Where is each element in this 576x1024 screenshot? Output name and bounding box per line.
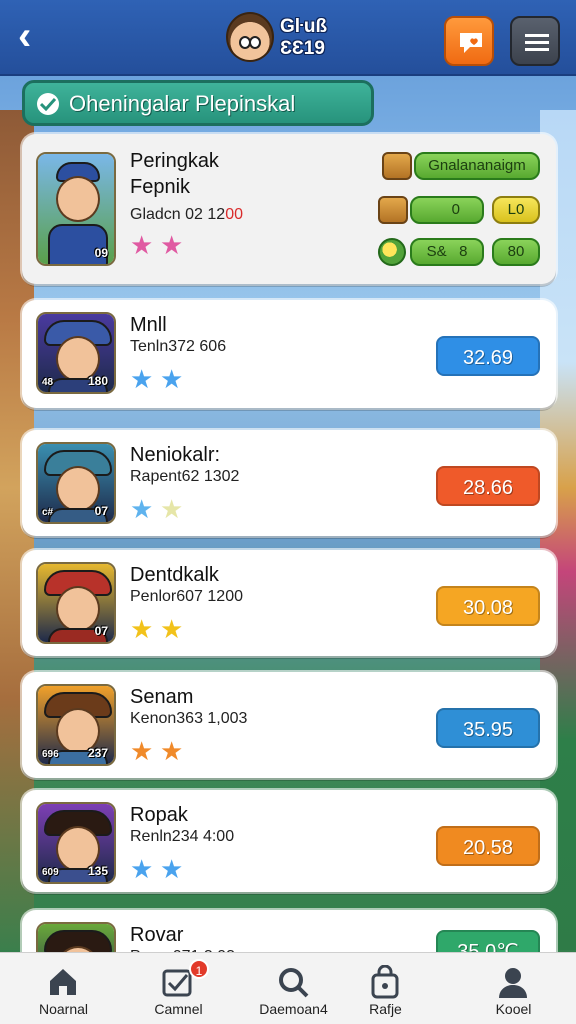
logo-title: Gŀuß [280, 16, 328, 37]
star-icon: ★ [160, 230, 184, 260]
star-icon: ★ [130, 854, 154, 884]
player-name: Rovar [130, 924, 184, 946]
player-avatar: 48 180 [36, 312, 116, 394]
featured-player-card[interactable]: 09 Peringkak Fepnik Gladcn 02 1200 ★ ★ Gn… [22, 134, 556, 284]
search-icon [279, 968, 309, 998]
featured-name-line1: Peringkak [130, 150, 219, 172]
check-icon [37, 93, 59, 115]
player-subtitle: Rapent62 1302 [130, 468, 240, 485]
star-icon: ★ [130, 230, 154, 260]
player-subtitle: Penlor607 1200 [130, 588, 243, 605]
bottom-nav: Noarnal 1 Camnel Daemoan4 Rafje Kooel [0, 952, 576, 1024]
player-subtitle: Tenln372 606 [130, 338, 227, 355]
price-button[interactable]: 35.95 [436, 708, 540, 748]
treasure-chest-icon [378, 196, 408, 224]
player-avatar: 609 135 [36, 802, 116, 884]
player-card[interactable]: 609 135 Ropak Renln234 4:00 ★ ★ 20.58 [22, 790, 556, 892]
nav-label-tasks: Camnel [154, 1001, 203, 1017]
nav-label-profile: Kooel [495, 1001, 532, 1017]
gem-count-pill: S& 8 [410, 238, 484, 266]
nav-label-shop: Rafje [369, 1001, 402, 1017]
featured-avatar: 09 [36, 152, 116, 266]
menu-button[interactable] [510, 16, 560, 66]
avatar-tag-right: 180 [87, 374, 108, 388]
notification-badge: 1 [189, 959, 209, 979]
featured-stars: ★ ★ [130, 232, 190, 258]
treasure-chest-icon [382, 152, 412, 180]
player-avatar: 696 237 [36, 684, 116, 766]
player-name: Neniokalr: [130, 444, 221, 466]
featured-name-line2: Fepnik [130, 176, 191, 198]
price-button[interactable]: 32.69 [436, 336, 540, 376]
bag-icon [371, 965, 399, 999]
avatar-tag-left: 48 [42, 377, 54, 388]
chest-count-pill: 0 [410, 196, 484, 224]
nav-label-home: Noarnal [38, 1001, 89, 1017]
reward-label-pill: Gnalananaigm [414, 152, 540, 180]
player-card[interactable]: 07 Dentdkalk Penlor607 1200 ★ ★ 30.08 [22, 550, 556, 656]
chat-button[interactable] [444, 16, 494, 66]
star-icon: ★ [130, 494, 154, 524]
chat-heart-icon [460, 33, 482, 53]
player-card[interactable]: 696 237 Senam Kenon363 1,003 ★ ★ 35.95 [22, 672, 556, 778]
avatar-tag-right: 07 [94, 624, 108, 638]
player-subtitle: Renln234 4:00 [130, 828, 235, 845]
gem-value-pill: 80 [492, 238, 540, 266]
player-name: Senam [130, 686, 194, 708]
player-stars: ★ ★ [130, 496, 190, 522]
nav-shop[interactable]: Rafje [328, 953, 443, 1024]
star-icon: ★ [160, 614, 184, 644]
player-avatar: 07 [36, 562, 116, 644]
player-avatar: c# 07 [36, 442, 116, 524]
star-icon: ★ [130, 614, 154, 644]
featured-avatar-tag: 09 [94, 246, 108, 260]
price-button[interactable]: 30.08 [436, 586, 540, 626]
gem-coin-icon [378, 238, 406, 266]
avatar-tag-right: 135 [87, 864, 108, 878]
price-button[interactable]: 20.58 [436, 826, 540, 866]
banner-title: Oheningalar Plepinskal [69, 91, 296, 116]
player-name: Ropak [130, 804, 188, 826]
player-stars: ★ ★ [130, 616, 190, 642]
section-banner: Oheningalar Plepinskal [22, 80, 374, 126]
chest-value-pill: L0 [492, 196, 540, 224]
player-stars: ★ ★ [130, 738, 190, 764]
featured-subtitle: Gladcn 02 1200 [130, 206, 243, 223]
star-icon: ★ [130, 736, 154, 766]
nav-profile[interactable]: Kooel [456, 953, 571, 1024]
avatar-tag-left: 609 [42, 867, 59, 878]
top-bar: ‹ Gŀuß ƐƐ19 [0, 0, 576, 76]
player-name: Dentdkalk [130, 564, 219, 586]
avatar-tag-right: 07 [94, 504, 108, 518]
player-name: Mnll [130, 314, 167, 336]
star-icon: ★ [130, 364, 154, 394]
hamburger-menu-icon [525, 34, 549, 51]
player-card[interactable]: 48 180 Mnll Tenln372 606 ★ ★ 32.69 [22, 300, 556, 408]
star-icon: ★ [160, 854, 184, 884]
nav-tasks[interactable]: 1 Camnel [121, 953, 236, 1024]
nav-home[interactable]: Noarnal [6, 953, 121, 1024]
avatar-tag-right: 237 [87, 746, 108, 760]
star-icon: ★ [160, 494, 184, 524]
profile-icon [499, 968, 527, 998]
star-icon: ★ [160, 364, 184, 394]
avatar-tag-left: 696 [42, 749, 59, 760]
back-button[interactable]: ‹ [18, 16, 54, 56]
price-button[interactable]: 28.66 [436, 466, 540, 506]
avatar-tag-left: c# [42, 507, 54, 518]
home-icon [50, 969, 76, 995]
logo-subtitle: ƐƐ19 [280, 38, 325, 59]
mascot-face-icon [226, 12, 274, 62]
player-card[interactable]: c# 07 Neniokalr: Rapent62 1302 ★ ★ 28.66 [22, 430, 556, 536]
star-icon: ★ [160, 736, 184, 766]
player-stars: ★ ★ [130, 856, 190, 882]
player-stars: ★ ★ [130, 366, 190, 392]
game-logo: Gŀuß ƐƐ19 [226, 10, 356, 66]
player-subtitle: Kenon363 1,003 [130, 710, 248, 727]
